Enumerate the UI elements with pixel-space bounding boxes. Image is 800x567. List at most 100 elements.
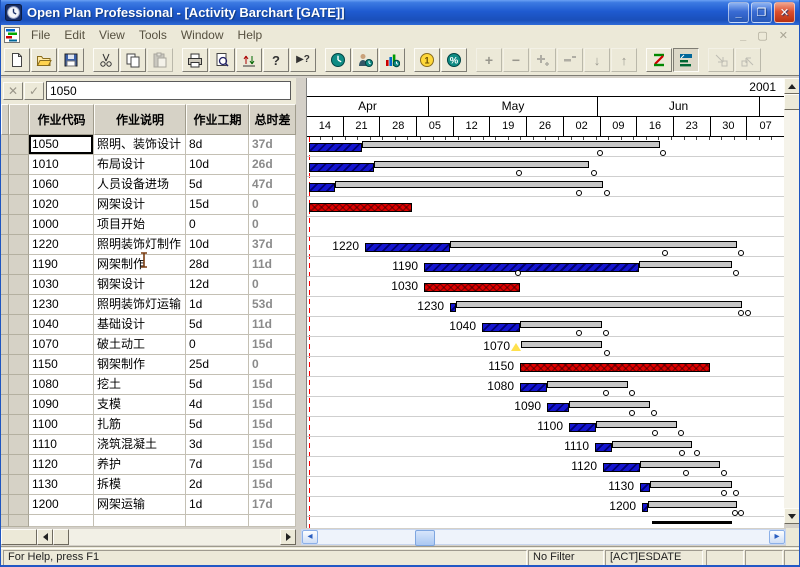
cell-desc[interactable]: 项目开始	[94, 215, 186, 235]
minimize-button[interactable]: _	[728, 2, 749, 23]
row-selector[interactable]	[9, 335, 29, 355]
cell-code[interactable]: 1040	[29, 315, 94, 335]
column-header-desc[interactable]: 作业说明	[94, 104, 186, 135]
resource-scheduling-button[interactable]	[352, 48, 378, 72]
row-selector[interactable]	[9, 455, 29, 475]
column-header-duration[interactable]: 作业工期	[186, 104, 249, 135]
cell-code[interactable]: 1150	[29, 355, 94, 375]
cell-float[interactable]: 37d	[249, 135, 296, 155]
row-selector[interactable]	[1, 475, 9, 495]
cell-edit-input[interactable]	[46, 81, 291, 100]
row-selector[interactable]	[1, 195, 9, 215]
cell-desc[interactable]: 浇筑混凝土	[94, 435, 186, 455]
gantt-bar-baseline[interactable]	[450, 241, 737, 248]
time-analysis-button[interactable]	[325, 48, 351, 72]
cell-desc[interactable]: 挖土	[94, 375, 186, 395]
cell-desc[interactable]: 扎筋	[94, 415, 186, 435]
cell-float[interactable]: 15d	[249, 415, 296, 435]
cell-code[interactable]: 1100	[29, 415, 94, 435]
cell-float[interactable]: 37d	[249, 235, 296, 255]
row-selector[interactable]	[1, 415, 9, 435]
menu-window[interactable]: Window	[174, 26, 231, 44]
help-button[interactable]: ?	[263, 48, 289, 72]
gantt-bar-summary[interactable]	[652, 521, 732, 524]
cell-float[interactable]: 53d	[249, 295, 296, 315]
new-button[interactable]	[4, 48, 30, 72]
panel-splitter[interactable]	[296, 76, 306, 546]
save-button[interactable]	[58, 48, 84, 72]
gantt-bar-baseline[interactable]	[650, 481, 732, 488]
gantt-bar-progress[interactable]	[520, 383, 547, 392]
milestone-triangle[interactable]	[511, 343, 521, 351]
zigzag-view-button[interactable]	[646, 48, 672, 72]
cell-duration[interactable]: 2d	[186, 475, 249, 495]
row-selector[interactable]	[9, 475, 29, 495]
row-selector[interactable]	[1, 275, 9, 295]
row-selector[interactable]	[1, 155, 9, 175]
gantt-bar-baseline[interactable]	[612, 441, 692, 448]
cell-desc[interactable]: 照明装饰灯运输	[94, 295, 186, 315]
cell-desc[interactable]: 基础设计	[94, 315, 186, 335]
cell-code[interactable]: 1120	[29, 455, 94, 475]
gantt-bar-baseline[interactable]	[520, 321, 602, 328]
budget-button[interactable]: 1	[414, 48, 440, 72]
cell-duration[interactable]: 25d	[186, 355, 249, 375]
cell-duration[interactable]: 7d	[186, 455, 249, 475]
row-selector[interactable]	[1, 175, 9, 195]
cell-duration[interactable]: 5d	[186, 415, 249, 435]
row-selector[interactable]	[1, 355, 9, 375]
cell-float[interactable]: 0	[249, 215, 296, 235]
cell-duration[interactable]: 5d	[186, 375, 249, 395]
cell-duration[interactable]: 15d	[186, 195, 249, 215]
table-scroll-thumb[interactable]	[53, 529, 69, 545]
gantt-bar-baseline[interactable]	[547, 381, 628, 388]
cell-code[interactable]: 1000	[29, 215, 94, 235]
cell-duration[interactable]: 3d	[186, 435, 249, 455]
cell-code[interactable]: 1200	[29, 495, 94, 515]
sort-button[interactable]	[236, 48, 262, 72]
cell-float[interactable]: 47d	[249, 175, 296, 195]
cell-duration[interactable]: 5d	[186, 175, 249, 195]
cell-desc[interactable]: 照明、装饰设计	[94, 135, 186, 155]
cell-duration[interactable]: 0	[186, 335, 249, 355]
cell-code[interactable]: 1050	[29, 135, 94, 155]
cell-duration[interactable]: 10d	[186, 155, 249, 175]
cell-float[interactable]: 15d	[249, 395, 296, 415]
row-selector[interactable]	[9, 515, 29, 527]
gantt-bar-progress[interactable]	[309, 163, 374, 172]
cell-duration[interactable]: 1d	[186, 495, 249, 515]
gantt-bar-progress[interactable]	[640, 483, 650, 492]
chart-scroll-thumb[interactable]	[415, 530, 435, 546]
vertical-scroll-thumb[interactable]	[784, 94, 800, 110]
cell-desc[interactable]: 钢架设计	[94, 275, 186, 295]
table-scroll-left-button[interactable]	[37, 529, 53, 545]
row-selector[interactable]	[1, 315, 9, 335]
mdi-window-controls[interactable]: _ ▢ ✕	[740, 29, 796, 42]
scroll-up-button[interactable]	[784, 78, 800, 94]
cell-desc[interactable]: 网架运输	[94, 495, 186, 515]
table-horizontal-scrollbar[interactable]	[37, 529, 296, 545]
gantt-bar-baseline[interactable]	[569, 401, 650, 408]
barchart-view-button[interactable]	[673, 48, 699, 72]
gantt-bar-progress[interactable]	[642, 503, 648, 512]
gantt-bar-critical[interactable]	[424, 283, 520, 292]
print-button[interactable]	[182, 48, 208, 72]
row-selector[interactable]	[1, 375, 9, 395]
cell-code[interactable]: 1080	[29, 375, 94, 395]
cell-float[interactable]: 15d	[249, 455, 296, 475]
cell-float[interactable]	[249, 515, 296, 527]
gantt-bar-critical[interactable]	[309, 203, 412, 212]
gantt-bar-progress[interactable]	[595, 443, 612, 452]
cell-code[interactable]: 1230	[29, 295, 94, 315]
table-scroll-right-button[interactable]	[280, 529, 296, 545]
cell-float[interactable]: 0	[249, 275, 296, 295]
row-selector[interactable]	[9, 175, 29, 195]
cell-desc[interactable]	[94, 515, 186, 527]
cell-code[interactable]: 1060	[29, 175, 94, 195]
close-button[interactable]: ✕	[774, 2, 795, 23]
row-selector[interactable]	[9, 415, 29, 435]
cell-float[interactable]: 15d	[249, 335, 296, 355]
row-selector[interactable]	[1, 255, 9, 275]
gantt-bar-progress[interactable]	[482, 323, 520, 332]
row-selector[interactable]	[9, 135, 29, 155]
